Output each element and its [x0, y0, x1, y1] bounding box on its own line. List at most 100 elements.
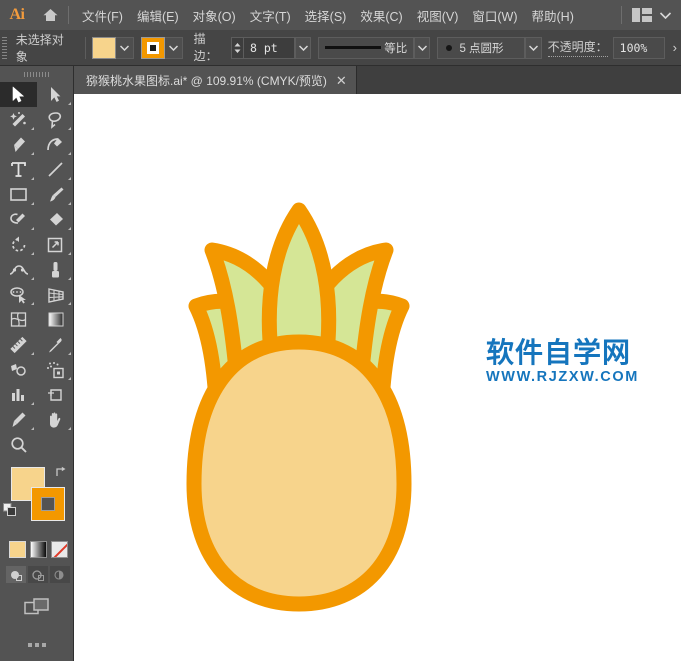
draw-normal-button[interactable] [6, 566, 26, 583]
illustrator-window: Ai 文件(F) 编辑(E) 对象(O) 文字(T) 选择(S) 效果(C) 视… [0, 0, 681, 661]
home-icon[interactable] [34, 0, 66, 30]
control-bar-grip[interactable] [0, 30, 10, 65]
document-tab[interactable]: 猕猴桃水果图标.ai* @ 109.91% (CMYK/预览) ✕ [74, 66, 357, 94]
menu-item-window[interactable]: 窗口(W) [465, 2, 524, 29]
line-preview-rule [325, 46, 382, 49]
column-graph-tool[interactable] [0, 382, 37, 407]
menu-item-help[interactable]: 帮助(H) [525, 2, 581, 29]
watermark-url-text: WWW.RJZXW.COM [486, 369, 639, 386]
menu-item-edit[interactable]: 编辑(E) [130, 2, 186, 29]
stroke-chevron-down-icon[interactable] [164, 36, 183, 59]
shaper-tool[interactable] [0, 207, 37, 232]
menu-item-select[interactable]: 选择(S) [298, 2, 354, 29]
eraser-tool[interactable] [37, 207, 74, 232]
control-bar: 未选择对象 描边： 8 pt 等比 5 点圆形 不透明度： 100% › [0, 30, 681, 66]
color-controls [0, 463, 74, 535]
symbol-sprayer-tool[interactable] [37, 357, 74, 382]
stroke-color-swatch[interactable] [31, 487, 65, 521]
direct-selection-tool[interactable] [37, 82, 74, 107]
slice-tool[interactable] [0, 407, 37, 432]
watermark-chinese-text: 软件自学网 [486, 336, 632, 369]
perspective-grid-tool[interactable] [37, 282, 74, 307]
pen-tool[interactable] [0, 132, 37, 157]
menu-bar: Ai 文件(F) 编辑(E) 对象(O) 文字(T) 选择(S) 效果(C) 视… [0, 0, 681, 30]
mesh-tool[interactable] [0, 307, 37, 332]
stroke-swatch[interactable] [140, 36, 165, 59]
stroke-weight-input[interactable]: 8 pt [243, 36, 295, 59]
width-profile-chevron-down-icon[interactable] [414, 36, 431, 59]
type-tool[interactable] [0, 157, 37, 182]
stroke-weight-chevron-down-icon[interactable] [295, 36, 312, 59]
hand-tool[interactable] [37, 407, 74, 432]
width-profile-label: 等比 [384, 42, 408, 55]
eyedropper-tool[interactable] [37, 332, 74, 357]
menu-divider [68, 6, 69, 24]
width-tool[interactable] [0, 257, 37, 282]
tools-panel-grip[interactable] [0, 66, 73, 82]
selection-tool[interactable] [0, 82, 37, 107]
menu-item-file[interactable]: 文件(F) [75, 2, 130, 29]
brush-definition-chevron-down-icon[interactable] [525, 36, 542, 59]
opacity-label: 不透明度： [547, 38, 608, 57]
none-mode-button[interactable] [51, 541, 68, 558]
gradient-tool[interactable] [37, 307, 74, 332]
menubar-right-group [621, 6, 681, 24]
pineapple-icon[interactable] [174, 194, 424, 614]
draw-behind-button[interactable] [28, 566, 48, 583]
draw-mode-buttons [0, 558, 73, 583]
draw-inside-button[interactable] [50, 566, 70, 583]
menu-item-object[interactable]: 对象(O) [186, 2, 243, 29]
document-tab-bar: 猕猴桃水果图标.ai* @ 109.91% (CMYK/预览) ✕ [74, 66, 681, 94]
zoom-tool[interactable] [0, 432, 37, 457]
tools-panel [0, 66, 74, 661]
brush-dot-icon [446, 44, 453, 51]
change-screen-mode-icon[interactable] [0, 583, 73, 617]
tool-grid [0, 82, 73, 457]
fill-swatch[interactable] [91, 36, 116, 59]
selection-status-label: 未选择对象 [15, 32, 64, 64]
brush-definition-preview[interactable]: 5 点圆形 [437, 36, 526, 59]
lasso-tool[interactable] [37, 107, 74, 132]
gradient-mode-button[interactable] [30, 541, 47, 558]
magic-wand-tool[interactable] [0, 107, 37, 132]
app-logo: Ai [9, 6, 26, 23]
close-icon[interactable]: ✕ [336, 74, 347, 87]
width-profile-preview[interactable]: 等比 [318, 36, 415, 59]
watermark: 软件自学网 WWW.RJZXW.COM [486, 336, 639, 386]
color-mode-button[interactable] [9, 541, 26, 558]
artboard-canvas[interactable]: 软件自学网 WWW.RJZXW.COM [74, 94, 681, 661]
workspace-chevron-down-icon[interactable] [659, 6, 672, 24]
menu-item-type[interactable]: 文字(T) [243, 2, 298, 29]
artboard-tool[interactable] [37, 382, 74, 407]
stroke-swatch-group[interactable] [140, 36, 183, 59]
fill-mode-buttons [0, 535, 73, 558]
opacity-input[interactable]: 100% [612, 36, 665, 59]
rotate-tool[interactable] [0, 232, 37, 257]
control-bar-overflow-icon[interactable]: › [669, 37, 681, 59]
curvature-tool[interactable] [37, 132, 74, 157]
line-segment-tool[interactable] [37, 157, 74, 182]
blend-tool[interactable] [0, 357, 37, 382]
default-fill-stroke-icon[interactable] [3, 503, 17, 522]
fill-chevron-down-icon[interactable] [115, 36, 134, 59]
scale-tool[interactable] [37, 232, 74, 257]
measure-tool[interactable] [0, 332, 37, 357]
stroke-weight-stepper[interactable] [230, 36, 243, 59]
menu-item-view[interactable]: 视图(V) [410, 2, 466, 29]
free-transform-tool[interactable] [37, 257, 74, 282]
menubar-divider [621, 6, 622, 24]
paintbrush-tool[interactable] [37, 182, 74, 207]
document-tab-title: 猕猴桃水果图标.ai* @ 109.91% (CMYK/预览) [86, 73, 327, 88]
edit-toolbar-icon[interactable] [0, 617, 73, 647]
brush-definition-label: 5 点圆形 [459, 42, 504, 55]
fill-swatch-group[interactable] [91, 36, 134, 59]
swap-fill-stroke-icon[interactable] [55, 465, 68, 483]
stroke-swatch-inner [146, 41, 159, 54]
stroke-weight-label: 描边： [193, 30, 226, 65]
workspace-layout-icon[interactable] [632, 8, 652, 22]
menu-item-list: 文件(F) 编辑(E) 对象(O) 文字(T) 选择(S) 效果(C) 视图(V… [75, 2, 581, 29]
control-divider [84, 36, 86, 59]
shape-builder-tool[interactable] [0, 282, 37, 307]
menu-item-effect[interactable]: 效果(C) [353, 2, 409, 29]
rectangle-tool[interactable] [0, 182, 37, 207]
